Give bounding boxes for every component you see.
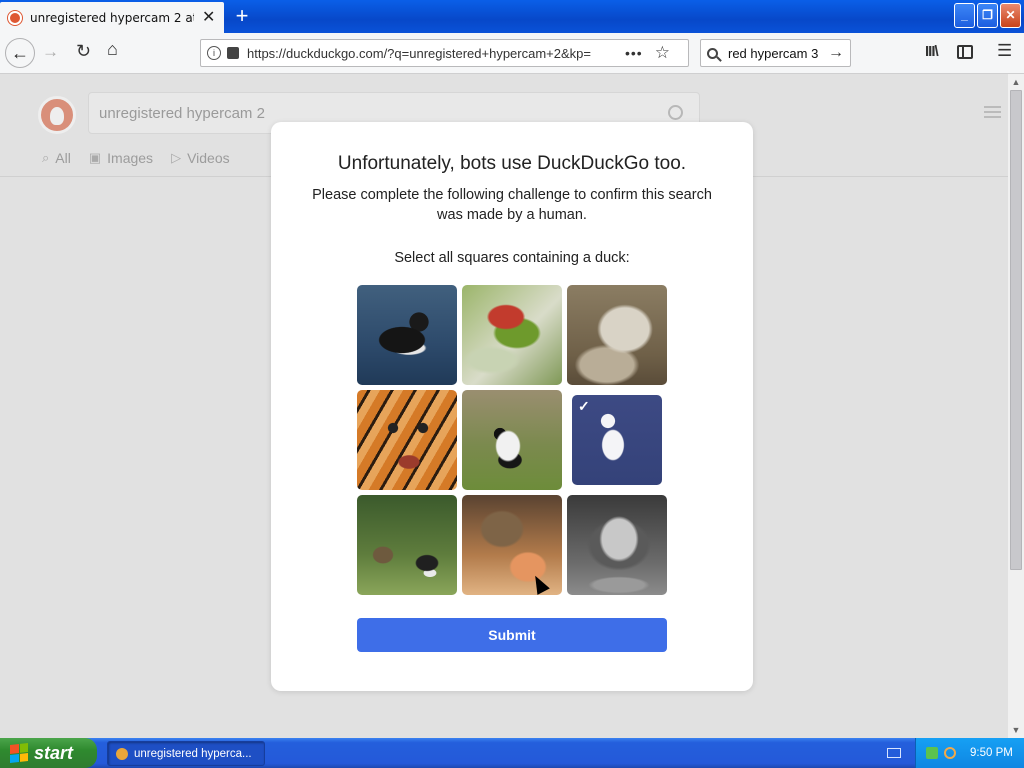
clock: 9:50 PM — [970, 747, 1013, 759]
bookmark-star-icon[interactable]: ☆ — [655, 43, 670, 63]
submit-button[interactable]: Submit — [357, 618, 667, 652]
start-label: start — [34, 742, 74, 763]
image-tile-cats[interactable] — [462, 495, 562, 595]
image-tile-tiger[interactable] — [357, 390, 457, 490]
lock-icon — [227, 47, 239, 59]
vertical-scrollbar[interactable]: ▲ ▼ — [1008, 74, 1024, 738]
minimize-button[interactable]: _ — [954, 3, 975, 28]
page-actions-icon[interactable]: ••• — [625, 45, 643, 61]
image-tile-bird[interactable] — [462, 285, 562, 385]
image-grid: ✓ — [357, 285, 667, 595]
close-tab-icon[interactable]: ✕ — [202, 9, 215, 26]
forward-button[interactable]: → — [42, 42, 59, 62]
address-bar[interactable]: i https://duckduckgo.com/?q=unregistered… — [200, 39, 689, 67]
windows-logo-icon — [10, 743, 28, 763]
play-icon: ▷ — [171, 150, 182, 165]
firefox-icon — [116, 747, 128, 760]
start-button[interactable]: start — [0, 738, 97, 768]
image-tile-duck[interactable] — [357, 285, 457, 385]
tab-videos[interactable]: ▷ Videos — [171, 150, 230, 166]
image-tile-lion[interactable] — [567, 495, 667, 595]
ddg-search-input[interactable]: unregistered hypercam 2 — [99, 105, 265, 122]
tab-label: Videos — [187, 150, 230, 166]
challenge-title: Unfortunately, bots use DuckDuckGo too. — [337, 153, 687, 174]
bot-challenge-dialog: Unfortunately, bots use DuckDuckGo too. … — [271, 122, 753, 691]
new-tab-button[interactable]: + — [230, 3, 254, 29]
back-button[interactable]: ← — [5, 38, 35, 68]
library-icon[interactable]: III\ — [925, 43, 939, 60]
image-tile-panda[interactable] — [462, 390, 562, 490]
url-text[interactable]: https://duckduckgo.com/?q=unregistered+h… — [247, 46, 613, 61]
tab-images[interactable]: ▣ Images — [89, 150, 153, 166]
tab-title: unregistered hypercam 2 at DuckDuckGo — [30, 10, 194, 25]
network-icon[interactable] — [926, 747, 938, 759]
taskbar: start unregistered hyperca... 9:50 PM — [0, 738, 1024, 768]
tab-label: All — [55, 150, 71, 166]
sidebar-toggle-icon[interactable] — [957, 45, 973, 59]
home-button[interactable]: ⌂ — [107, 39, 118, 60]
image-tile-bear[interactable] — [567, 285, 667, 385]
search-icon: ⌕ — [42, 150, 50, 165]
keyboard-icon[interactable] — [887, 748, 901, 758]
image-tile-duck-selected[interactable]: ✓ — [572, 395, 662, 485]
duckduckgo-logo-icon[interactable] — [38, 96, 76, 134]
tab-strip: unregistered hypercam 2 at DuckDuckGo ✕ … — [0, 0, 1024, 33]
ddg-menu-icon[interactable] — [984, 106, 1001, 118]
challenge-description: Please complete the following challenge … — [312, 187, 712, 223]
duckduckgo-favicon-icon — [8, 10, 22, 25]
scroll-up-arrow-icon[interactable]: ▲ — [1008, 74, 1024, 90]
search-go-arrow-icon[interactable]: → — [828, 44, 844, 62]
image-icon: ▣ — [88, 150, 102, 165]
image-tile-ducks[interactable] — [357, 495, 457, 595]
scroll-down-arrow-icon[interactable]: ▼ — [1008, 722, 1024, 738]
navigation-toolbar: ← → ↻ ⌂ i https://duckduckgo.com/?q=unre… — [0, 33, 1024, 74]
browser-search-input[interactable]: red hypercam 3 — [728, 46, 824, 61]
system-tray: 9:50 PM — [915, 738, 1024, 768]
taskbar-item-firefox[interactable]: unregistered hyperca... — [107, 741, 265, 766]
reload-button[interactable]: ↻ — [76, 41, 91, 62]
search-icon — [707, 47, 718, 59]
ddg-result-tabs: ⌕ All ▣ Images ▷ Videos — [42, 150, 230, 166]
tab-label: Images — [107, 150, 154, 166]
taskbar-item-label: unregistered hyperca... — [134, 747, 252, 760]
tab-all[interactable]: ⌕ All — [42, 150, 71, 166]
ddg-search-icon[interactable] — [668, 105, 683, 120]
magnifier-icon[interactable] — [944, 747, 956, 759]
close-window-button[interactable]: ✕ — [1000, 3, 1021, 28]
browser-search-bar[interactable]: red hypercam 3 → — [700, 39, 851, 67]
browser-tab[interactable]: unregistered hypercam 2 at DuckDuckGo ✕ — [0, 2, 224, 33]
maximize-button[interactable]: ❐ — [977, 3, 998, 28]
scroll-thumb[interactable] — [1010, 90, 1022, 570]
site-info-icon[interactable]: i — [207, 46, 221, 60]
checkmark-icon: ✓ — [578, 398, 590, 414]
challenge-prompt: Select all squares containing a duck: — [394, 250, 630, 266]
hamburger-menu-icon[interactable]: ☰ — [997, 41, 1012, 61]
